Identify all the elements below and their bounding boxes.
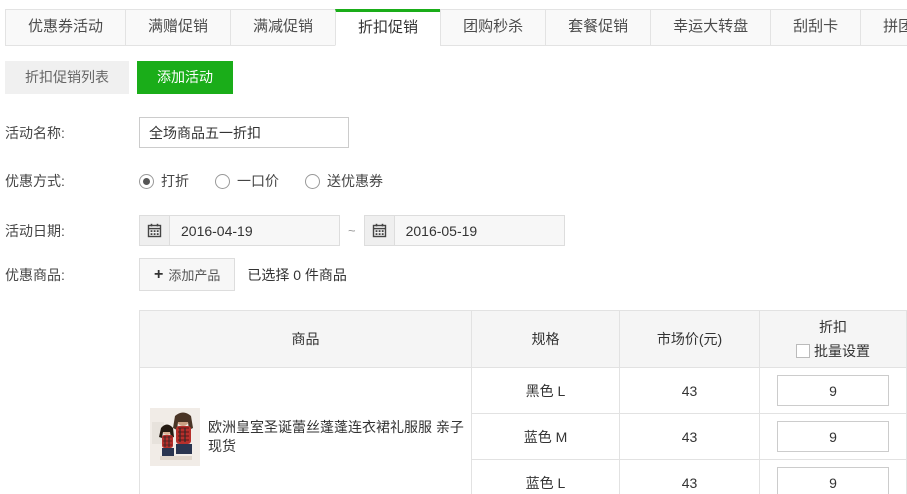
activity-date-label: 活动日期: (5, 221, 139, 241)
radio-unselected-icon[interactable] (215, 174, 230, 189)
subnav: 折扣促销列表 添加活动 (5, 61, 907, 94)
tab-full-gift-promo[interactable]: 满赠促销 (125, 9, 231, 46)
products-table: 商品 规格 市场价(元) 折扣 批量设置 (139, 310, 907, 494)
tab-full-reduction-promo[interactable]: 满减促销 (230, 9, 336, 46)
discount-products-label: 优惠商品: (5, 265, 139, 285)
tab-groupbuy-flashsale[interactable]: 团购秒杀 (440, 9, 546, 46)
add-activity-button[interactable]: 添加活动 (137, 61, 233, 94)
spec-cell: 蓝色 M (472, 414, 620, 460)
end-date-value[interactable]: 2016-05-19 (395, 216, 564, 245)
price-cell: 43 (620, 414, 760, 460)
products-table-wrap: 商品 规格 市场价(元) 折扣 批量设置 (139, 310, 907, 494)
add-product-button[interactable]: + 添加产品 (139, 258, 235, 291)
plus-icon: + (154, 267, 163, 283)
radio-unselected-icon[interactable] (305, 174, 320, 189)
product-name-text: 欧洲皇室圣诞蕾丝蓬蓬连衣裙礼服服 亲子现货 (208, 418, 465, 456)
radio-label: 打折 (161, 171, 189, 191)
price-cell: 43 (620, 460, 760, 494)
discount-input[interactable] (777, 467, 889, 494)
radio-option-give-coupon[interactable]: 送优惠券 (305, 171, 383, 191)
spec-cell: 蓝色 L (472, 460, 620, 494)
product-image (150, 408, 200, 466)
calendar-icon[interactable] (365, 216, 395, 245)
col-header-product: 商品 (140, 311, 472, 368)
promotion-tabbar: 优惠券活动 满赠促销 满减促销 折扣促销 团购秒杀 套餐促销 幸运大转盘 刮刮卡… (0, 9, 907, 46)
add-product-button-label: 添加产品 (168, 265, 220, 284)
col-header-price: 市场价(元) (620, 311, 760, 368)
start-date-value[interactable]: 2016-04-19 (170, 216, 339, 245)
spec-cell: 黑色 L (472, 368, 620, 414)
batch-set-checkbox[interactable] (796, 344, 810, 358)
activity-name-input[interactable] (139, 117, 349, 148)
discount-activity-form: 活动名称: 优惠方式: 打折 一口价 送优惠券 活动日期: (0, 117, 907, 494)
radio-selected-icon[interactable] (139, 174, 154, 189)
selected-count-text: 已选择 0 件商品 (247, 265, 347, 285)
discount-cell (760, 368, 907, 414)
tab-lucky-wheel[interactable]: 幸运大转盘 (650, 9, 771, 46)
tab-scratch-card[interactable]: 刮刮卡 (770, 9, 861, 46)
radio-option-fixed-price[interactable]: 一口价 (215, 171, 279, 191)
discount-cell (760, 460, 907, 494)
discount-cell (760, 414, 907, 460)
activity-name-label: 活动名称: (5, 123, 139, 143)
radio-label: 送优惠券 (327, 171, 383, 191)
price-cell: 43 (620, 368, 760, 414)
radio-label: 一口价 (237, 171, 279, 191)
tab-group-flashsale[interactable]: 拼团秒杀 (860, 9, 907, 46)
table-header-row: 商品 规格 市场价(元) 折扣 批量设置 (140, 311, 907, 368)
calendar-icon[interactable] (140, 216, 170, 245)
discount-input[interactable] (777, 375, 889, 406)
discount-list-button[interactable]: 折扣促销列表 (5, 61, 129, 94)
end-date-picker[interactable]: 2016-05-19 (364, 215, 565, 246)
radio-option-discount[interactable]: 打折 (139, 171, 189, 191)
discount-method-label: 优惠方式: (5, 171, 139, 191)
tab-coupon-activity[interactable]: 优惠券活动 (5, 9, 126, 46)
discount-method-radios: 打折 一口价 送优惠券 (139, 171, 383, 191)
date-range-separator: ~ (348, 223, 356, 238)
col-header-discount: 折扣 批量设置 (760, 311, 907, 368)
product-cell: 欧洲皇室圣诞蕾丝蓬蓬连衣裙礼服服 亲子现货 (140, 368, 472, 494)
tab-discount-promo[interactable]: 折扣促销 (335, 9, 441, 46)
batch-set-label: 批量设置 (814, 341, 870, 361)
col-header-spec: 规格 (472, 311, 620, 368)
tab-package-promo[interactable]: 套餐促销 (545, 9, 651, 46)
discount-header-label: 折扣 (819, 317, 847, 337)
table-row: 欧洲皇室圣诞蕾丝蓬蓬连衣裙礼服服 亲子现货 黑色 L 43 (140, 368, 907, 414)
start-date-picker[interactable]: 2016-04-19 (139, 215, 340, 246)
discount-input[interactable] (777, 421, 889, 452)
